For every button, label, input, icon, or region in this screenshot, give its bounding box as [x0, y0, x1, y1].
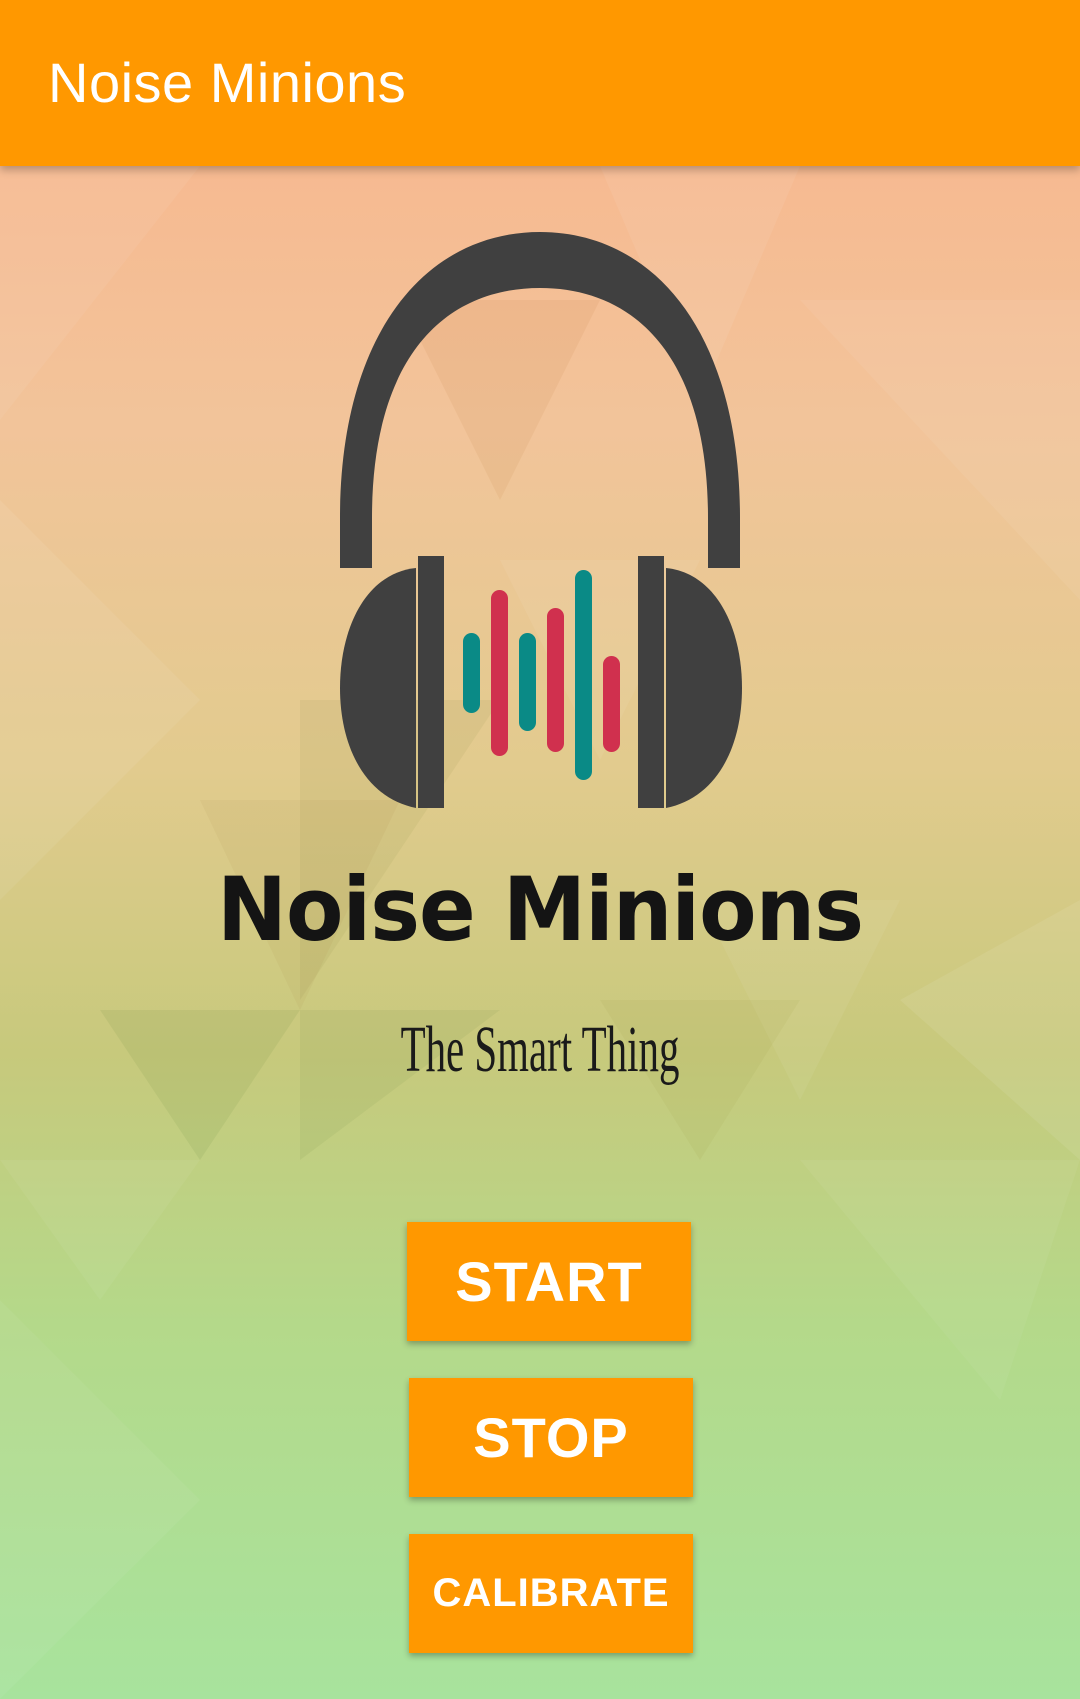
- stop-button[interactable]: STOP: [409, 1378, 693, 1497]
- calibrate-button[interactable]: CALIBRATE: [409, 1534, 693, 1653]
- main-screen: Noise Minions Noise Minions The Smart Th…: [0, 0, 1080, 1699]
- brand-name: Noise Minions: [217, 858, 864, 961]
- app-bar: Noise Minions: [0, 0, 1080, 166]
- app-title: Noise Minions: [48, 51, 407, 114]
- brand-tagline: The Smart Thing: [400, 1013, 680, 1086]
- headphones-icon: [340, 232, 742, 808]
- start-button[interactable]: START: [407, 1222, 691, 1341]
